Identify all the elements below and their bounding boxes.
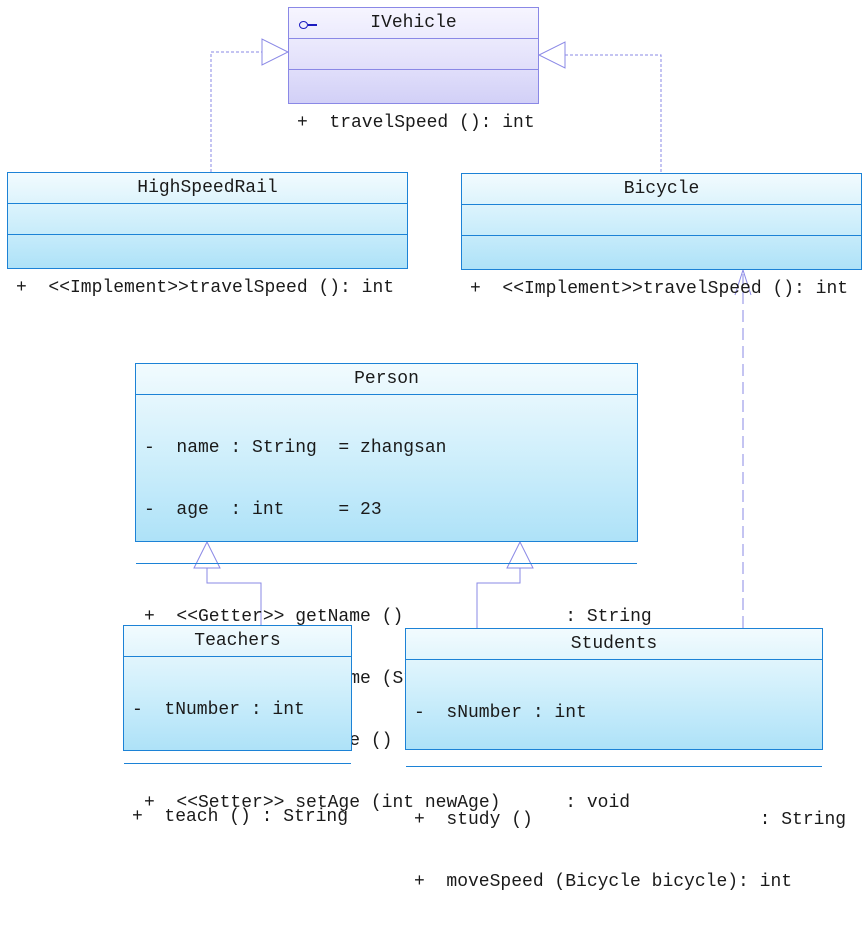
operation: + study () : String	[414, 810, 847, 830]
class-name: IVehicle	[370, 13, 457, 33]
attribute: - sNumber : int	[414, 703, 587, 723]
operation: + moveSpeed (Bicycle bicycle): int	[414, 872, 793, 892]
class-person[interactable]: Person - name : String = zhangsan - age …	[135, 363, 652, 813]
operations-section: + study () : String + moveSpeed (Bicycle…	[406, 767, 847, 935]
operations-section: + <<Implement>>travelSpeed (): int	[462, 236, 861, 342]
class-title: HighSpeedRail	[8, 173, 407, 204]
edge-bicycle-ivehicle	[565, 54, 662, 172]
class-title: Students	[406, 629, 822, 660]
attribute: - tNumber : int	[132, 700, 305, 720]
realization-arrowhead-right	[537, 41, 566, 69]
realization-arrowhead-left	[261, 38, 290, 66]
class-name: HighSpeedRail	[137, 178, 278, 198]
class-name: Person	[354, 369, 419, 389]
class-highspeedrail[interactable]: HighSpeedRail + <<Implement>>travelSpeed…	[7, 172, 408, 298]
class-students[interactable]: Students - sNumber : int + study () : St…	[405, 628, 846, 892]
class-bicycle[interactable]: Bicycle + <<Implement>>travelSpeed (): i…	[461, 173, 862, 299]
class-name: Teachers	[194, 631, 281, 651]
class-name: Students	[570, 634, 658, 654]
operation: + teach () : String	[132, 807, 349, 827]
interface-icon	[299, 21, 319, 29]
attributes-section: - sNumber : int	[406, 660, 822, 767]
attributes-section: - tNumber : int	[124, 657, 351, 764]
operation: + <<Implement>>travelSpeed (): int	[470, 279, 849, 299]
class-ivehicle[interactable]: IVehicle + travelSpeed (): int	[288, 7, 539, 133]
operation: + travelSpeed (): int	[297, 113, 535, 133]
attribute: - name : String = zhangsan	[144, 438, 447, 458]
class-title: Person	[136, 364, 637, 395]
attributes-section	[289, 39, 538, 70]
attributes-section	[462, 205, 861, 236]
attributes-section: - name : String = zhangsan - age : int =…	[136, 395, 637, 564]
edge-highspeedrail-ivehicle	[210, 51, 262, 172]
attribute: - age : int = 23	[144, 500, 382, 520]
operation: + <<Implement>>travelSpeed (): int	[16, 278, 395, 298]
operations-section: + teach () : String	[124, 764, 351, 870]
class-title: Teachers	[124, 626, 351, 657]
operations-section: + travelSpeed (): int	[289, 70, 538, 176]
class-title: IVehicle	[289, 8, 538, 39]
class-name: Bicycle	[623, 179, 700, 199]
class-title: Bicycle	[462, 174, 861, 205]
attributes-section	[8, 204, 407, 235]
class-teachers[interactable]: Teachers - tNumber : int + teach () : St…	[123, 625, 352, 827]
operations-section: + <<Implement>>travelSpeed (): int	[8, 235, 407, 341]
